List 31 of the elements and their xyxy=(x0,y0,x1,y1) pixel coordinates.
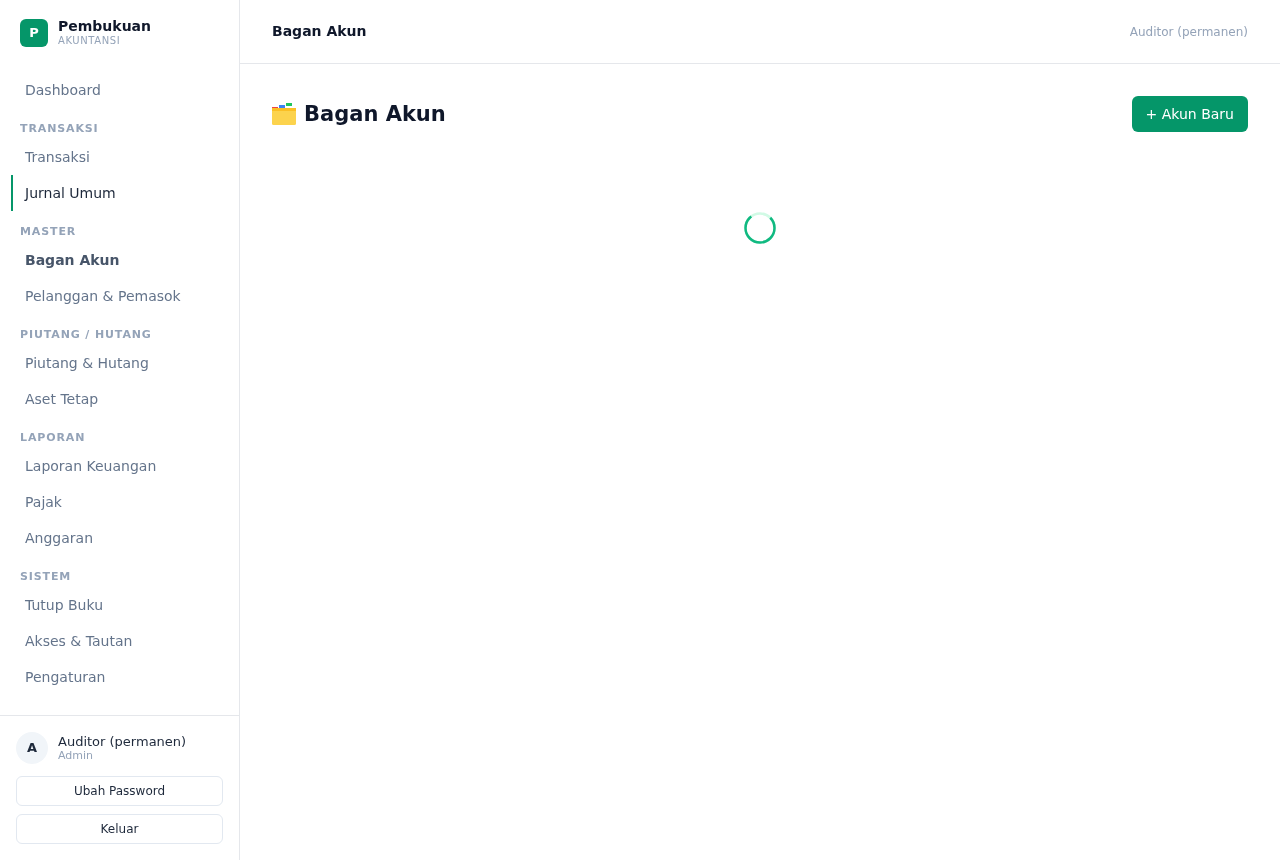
sidebar-item[interactable]: Piutang & Hutang xyxy=(11,345,227,381)
nav-section-label: LAPORAN xyxy=(19,430,87,446)
sidebar-item[interactable]: Tutup Buku xyxy=(11,587,227,623)
logout-button[interactable]: Keluar xyxy=(16,814,223,844)
nav-section-label: TRANSAKSI xyxy=(19,121,100,137)
sidebar-item[interactable]: Akses & Tautan xyxy=(11,623,227,659)
user-role: Admin xyxy=(58,748,95,763)
sidebar-item[interactable]: Laporan Keuangan xyxy=(11,448,227,484)
sidebar-item[interactable]: Bagan Akun xyxy=(11,242,227,278)
card-index-folder-icon xyxy=(272,103,296,125)
sidebar-item[interactable]: Jurnal Umum xyxy=(11,175,227,211)
sidebar-item[interactable]: Dashboard xyxy=(11,72,227,108)
nav-section-label: MASTER xyxy=(19,224,78,240)
user-name: Auditor (permanen) xyxy=(58,733,187,749)
current-user: Auditor (permanen) xyxy=(1129,23,1248,41)
sidebar-item[interactable]: Pengaturan xyxy=(11,659,227,695)
app-title: Pembukuan xyxy=(58,18,152,35)
brand-logo: P xyxy=(20,18,48,47)
nav-section-label: PIUTANG / HUTANG xyxy=(19,327,153,343)
avatar-circle: A xyxy=(16,732,48,764)
sidebar-item[interactable]: Pajak xyxy=(11,484,227,520)
page-breadcrumb: Bagan Akun xyxy=(272,22,367,41)
sidebar-item[interactable]: Anggaran xyxy=(11,520,227,556)
page-title: Bagan Akun xyxy=(304,101,446,128)
sidebar-item[interactable]: Transaksi xyxy=(11,139,227,175)
app-subtitle: AKUNTANSI xyxy=(58,35,122,47)
new-account-button[interactable]: + Akun Baru xyxy=(1131,96,1248,132)
sidebar-item[interactable]: Aset Tetap xyxy=(11,381,227,417)
sidebar-item[interactable]: Pelanggan & Pemasok xyxy=(11,278,227,314)
change-password-button[interactable]: Ubah Password xyxy=(16,776,223,806)
nav-section-label: SISTEM xyxy=(19,569,73,585)
